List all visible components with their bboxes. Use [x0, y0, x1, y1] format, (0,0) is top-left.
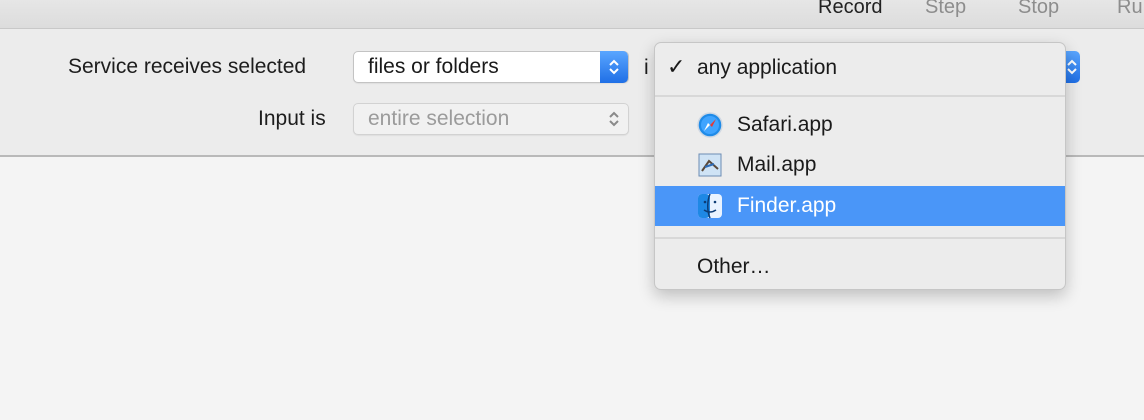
stepper-arrows-icon: [600, 103, 628, 135]
menu-item-any-application[interactable]: ✓ any application: [655, 48, 1065, 88]
stop-button[interactable]: Stop: [1018, 0, 1059, 19]
checkmark-icon: ✓: [667, 54, 686, 79]
menu-separator: [655, 237, 1065, 239]
workflow-toolbar: Record Step Stop Ru: [0, 0, 1144, 29]
menu-item-label: Finder.app: [737, 194, 837, 217]
run-button[interactable]: Ru: [1117, 0, 1143, 19]
menu-item-mail[interactable]: Mail.app: [655, 145, 1065, 185]
menu-separator: [655, 95, 1065, 97]
service-receives-label: Service receives selected: [68, 55, 307, 78]
application-dropdown-menu: ✓ any application Safari.app Mail.app Fi…: [654, 42, 1066, 290]
in-label: i: [644, 56, 649, 79]
menu-item-label: Mail.app: [737, 153, 817, 176]
stepper-arrows-icon: [600, 51, 628, 83]
menu-item-label: any application: [697, 56, 838, 79]
mail-icon: [697, 152, 723, 178]
service-input-type-value: files or folders: [368, 55, 499, 78]
input-is-popup[interactable]: entire selection: [353, 103, 629, 135]
menu-item-finder[interactable]: Finder.app: [655, 186, 1065, 226]
safari-icon: [697, 112, 723, 138]
menu-item-label: Other…: [697, 255, 771, 278]
menu-item-other[interactable]: Other…: [655, 247, 1065, 287]
record-button[interactable]: Record: [818, 0, 882, 19]
input-is-value: entire selection: [368, 107, 510, 130]
service-input-type-popup[interactable]: files or folders: [353, 51, 629, 83]
step-button[interactable]: Step: [925, 0, 966, 19]
input-is-label: Input is: [258, 107, 326, 130]
menu-item-safari[interactable]: Safari.app: [655, 105, 1065, 145]
menu-item-label: Safari.app: [737, 113, 833, 136]
finder-icon: [697, 193, 723, 219]
